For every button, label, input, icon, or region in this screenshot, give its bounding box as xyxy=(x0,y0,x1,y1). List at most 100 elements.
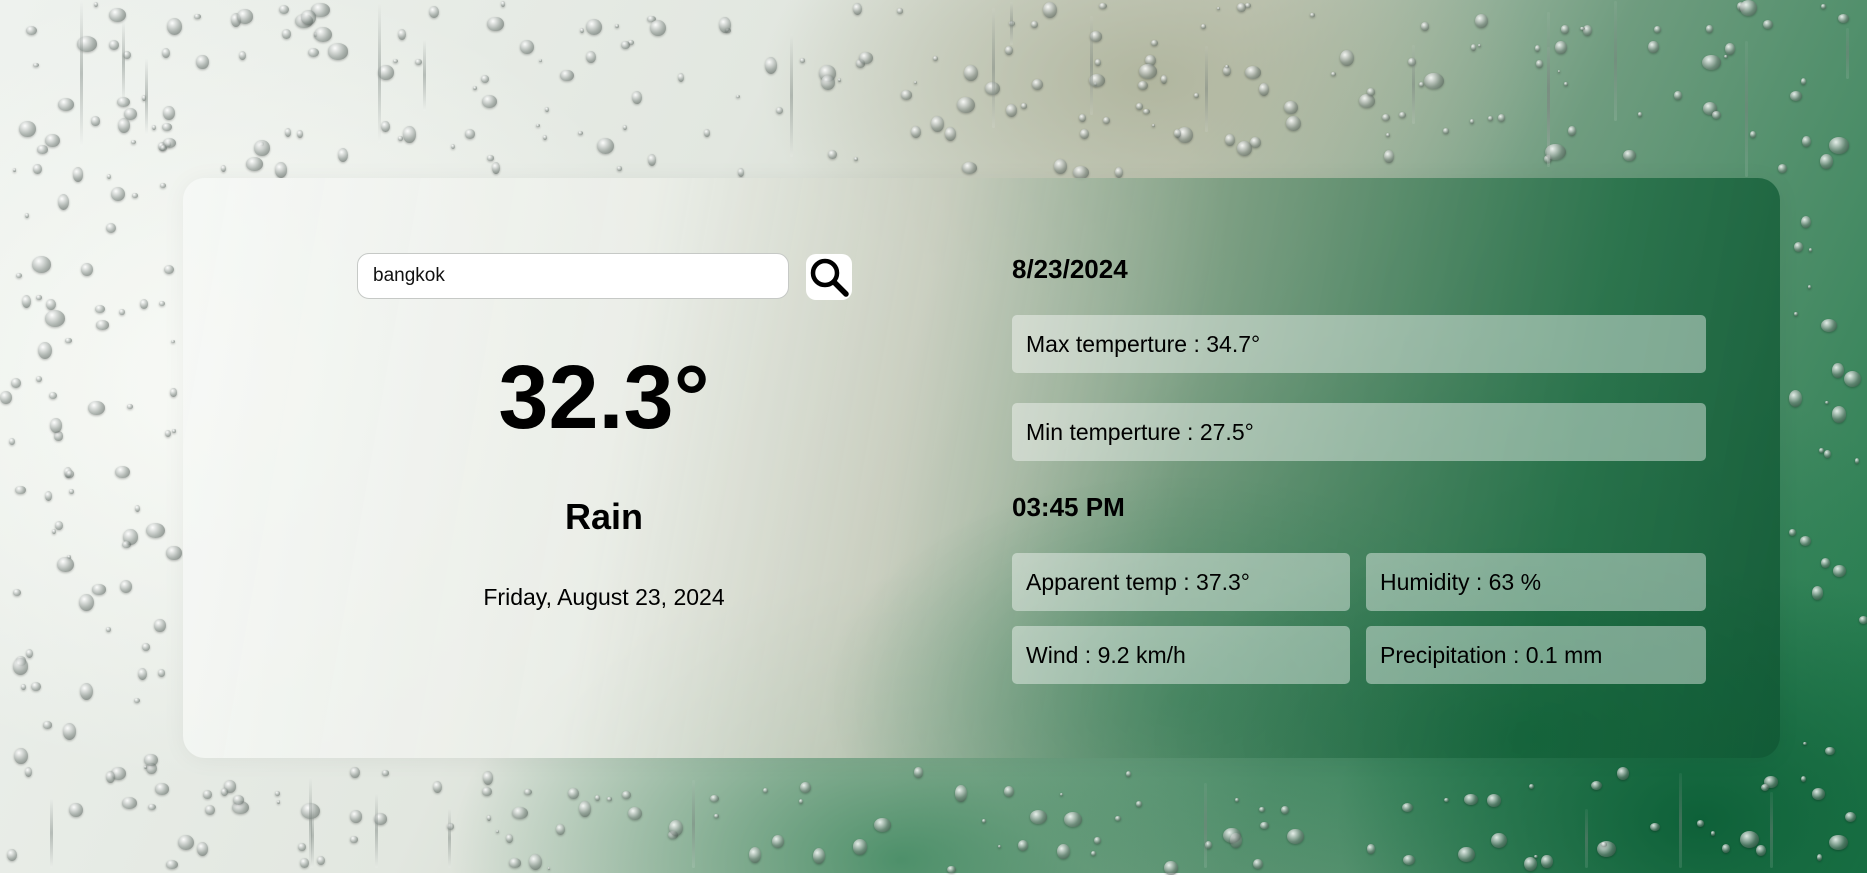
raindrop xyxy=(119,308,125,315)
raindrop xyxy=(955,785,967,802)
raindrop xyxy=(1285,115,1301,131)
min-temperature-value: 27.5° xyxy=(1199,419,1254,445)
raindrop xyxy=(1696,820,1704,827)
raindrop xyxy=(14,748,28,765)
raindrop xyxy=(812,847,825,865)
raindrop xyxy=(300,10,317,25)
raindrop xyxy=(196,54,209,70)
raindrop xyxy=(122,540,131,548)
raindrop xyxy=(800,782,811,794)
search-button[interactable] xyxy=(806,254,852,300)
raindrop xyxy=(1817,853,1823,861)
raindrop xyxy=(1486,793,1502,807)
raindrop xyxy=(1053,158,1067,174)
raindrop xyxy=(274,162,288,178)
rain-streak xyxy=(1090,15,1094,116)
raindrop xyxy=(143,764,147,769)
raindrop xyxy=(1788,528,1796,537)
raindrop xyxy=(90,116,101,126)
humidity-label: Humidity xyxy=(1380,569,1489,595)
humidity-stat: Humidity63 % xyxy=(1366,553,1706,611)
raindrop xyxy=(1056,843,1071,859)
rain-streak xyxy=(1009,2,1013,45)
raindrop xyxy=(72,167,84,182)
raindrop xyxy=(1245,66,1262,79)
raindrop xyxy=(528,853,542,871)
raindrop xyxy=(13,658,29,675)
raindrop xyxy=(1674,91,1682,100)
raindrop xyxy=(1824,747,1835,756)
rain-streak xyxy=(1745,41,1749,177)
raindrop xyxy=(397,29,407,41)
rain-streak xyxy=(789,33,793,157)
raindrop xyxy=(737,167,745,177)
rain-streak xyxy=(1769,791,1773,868)
raindrop xyxy=(197,842,209,856)
rain-streak xyxy=(691,779,695,868)
raindrop xyxy=(1820,154,1833,170)
raindrop xyxy=(508,858,522,868)
raindrop xyxy=(1138,80,1148,91)
raindrop xyxy=(43,721,52,729)
raindrop xyxy=(281,29,292,39)
raindrop xyxy=(236,9,253,24)
raindrop xyxy=(25,212,30,218)
raindrop xyxy=(65,337,72,344)
raindrop xyxy=(1029,810,1047,824)
raindrop xyxy=(1442,128,1450,134)
raindrop xyxy=(617,166,622,171)
raindrop xyxy=(162,47,171,58)
raindrop xyxy=(1756,845,1766,857)
raindrop xyxy=(1079,113,1087,122)
raindrop xyxy=(913,80,917,84)
raindrop xyxy=(1534,44,1541,52)
raindrop xyxy=(350,836,359,843)
raindrop xyxy=(1828,137,1849,154)
raindrop xyxy=(403,126,416,144)
raindrop xyxy=(274,790,281,796)
rain-streak xyxy=(1546,11,1550,165)
raindrop xyxy=(433,780,443,793)
raindrop xyxy=(132,192,138,198)
raindrop xyxy=(1710,831,1716,836)
raindrop xyxy=(505,833,514,843)
raindrop xyxy=(160,182,166,188)
raindrop xyxy=(1418,82,1424,88)
rain-streak xyxy=(1845,27,1849,80)
raindrop xyxy=(254,140,271,156)
raindrop xyxy=(92,584,106,595)
raindrop xyxy=(163,105,175,120)
raindrop xyxy=(827,149,837,160)
raindrop xyxy=(157,669,166,677)
apparent-temperature-stat: Apparent temp37.3° xyxy=(1012,553,1350,611)
raindrop xyxy=(1475,13,1489,28)
raindrop xyxy=(614,23,620,28)
raindrop xyxy=(1820,4,1826,9)
apparent-temperature-label: Apparent temp xyxy=(1026,569,1196,595)
raindrop xyxy=(555,823,565,835)
raindrop xyxy=(382,770,389,776)
raindrop xyxy=(1821,558,1830,568)
raindrop xyxy=(480,74,490,83)
raindrop xyxy=(121,796,138,809)
raindrop xyxy=(1491,832,1507,849)
raindrop xyxy=(1706,25,1713,33)
raindrop xyxy=(1820,318,1838,332)
raindrop xyxy=(1831,406,1847,423)
raindrop xyxy=(1080,128,1090,139)
raindrop xyxy=(45,309,65,327)
search-icon xyxy=(806,254,852,300)
precipitation-stat: Precipitation0.1 mm xyxy=(1366,626,1706,684)
city-search-input[interactable] xyxy=(357,253,789,299)
raindrop xyxy=(1470,118,1475,124)
rain-streak xyxy=(1614,1,1618,121)
current-time: 03:45 PM xyxy=(1012,492,1125,522)
raindrop xyxy=(1590,780,1602,791)
raindrop xyxy=(1339,49,1354,67)
current-temperature: 32.3° xyxy=(498,348,710,448)
raindrop xyxy=(1554,40,1567,55)
raindrop xyxy=(982,818,987,823)
raindrop xyxy=(298,842,306,851)
rain-streak xyxy=(145,58,149,136)
raindrop xyxy=(139,299,148,309)
